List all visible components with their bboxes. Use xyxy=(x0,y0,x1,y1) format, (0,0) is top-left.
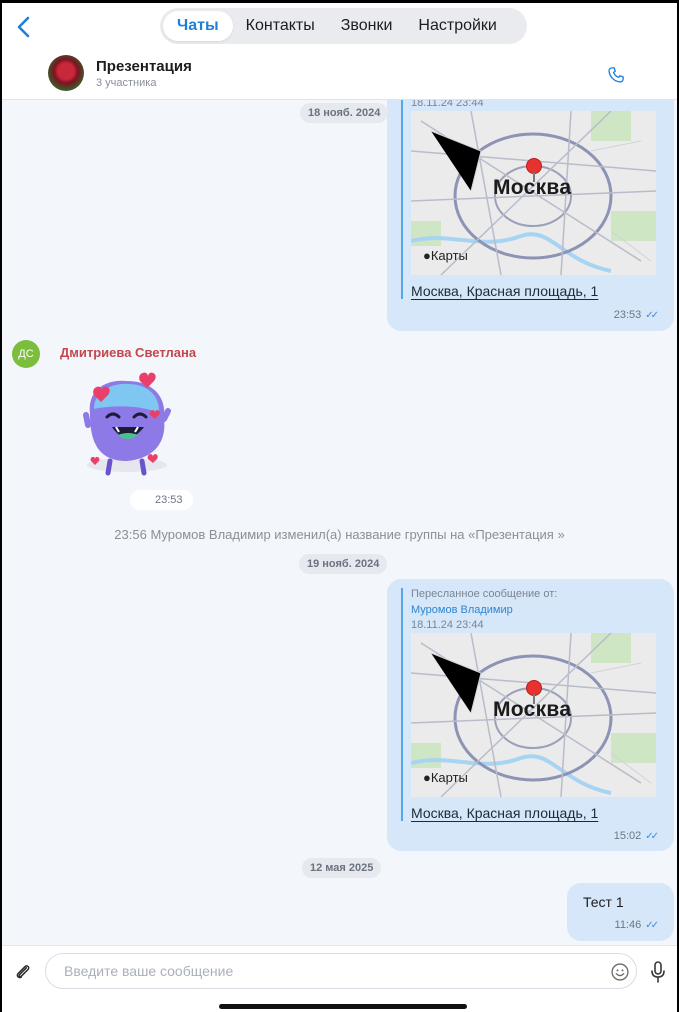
message-time: 15:02 xyxy=(613,830,642,842)
location-pin-icon xyxy=(527,159,541,182)
double-check-icon: ✓✓ xyxy=(645,830,659,842)
message-time: 11:46 xyxy=(614,919,642,931)
emoji-icon[interactable] xyxy=(610,962,630,982)
map-preview[interactable]: Москва ●Карты xyxy=(411,633,656,797)
map-city-label: Москва xyxy=(493,698,572,721)
maps-brand: ●Карты xyxy=(423,248,468,263)
forwarded-block: Пересланное сообщение от: Муромов Владим… xyxy=(401,588,656,821)
sticker-time: 23:53 xyxy=(130,490,193,510)
message-time: 23:53 xyxy=(613,309,642,321)
phone-icon[interactable] xyxy=(607,66,625,84)
date-separator: 19 нояб. 2024 xyxy=(299,554,388,574)
address-link[interactable]: Москва, Красная площадь, 1 xyxy=(411,805,656,821)
message-meta: 23:53 ✓✓ xyxy=(613,309,659,321)
message-composer xyxy=(2,945,677,1012)
monster-sticker[interactable] xyxy=(72,369,182,479)
sender-name[interactable]: Дмитриева Светлана xyxy=(60,345,196,360)
tab-chats[interactable]: Чаты xyxy=(163,11,233,41)
attach-paperclip-icon[interactable] xyxy=(13,962,33,982)
apple-logo-icon: ● xyxy=(423,770,431,785)
maps-brand-label: Карты xyxy=(430,770,468,785)
microphone-icon[interactable] xyxy=(650,961,666,983)
forward-date: 18.11.24 23:44 xyxy=(411,619,484,631)
message-meta: 11:46 ✓✓ xyxy=(614,919,659,931)
tab-calls[interactable]: Звонки xyxy=(328,11,406,41)
location-message-1[interactable]: 18.11.24 23:44 Москва ●Карты Москва, Кра… xyxy=(387,73,674,331)
location-pin-icon xyxy=(527,681,541,704)
tab-contacts[interactable]: Контакты xyxy=(233,11,328,41)
home-indicator xyxy=(219,1004,467,1009)
double-check-icon: ✓✓ xyxy=(645,309,659,321)
sender-avatar[interactable]: ДС xyxy=(12,340,40,368)
address-link[interactable]: Москва, Красная площадь, 1 xyxy=(411,283,656,299)
app-frame: Чаты Контакты Звонки Настройки Презентац… xyxy=(0,0,679,1012)
group-avatar[interactable] xyxy=(48,55,84,91)
system-message: 23:56 Муромов Владимир изменил(а) назван… xyxy=(114,527,565,542)
apple-logo-icon: ● xyxy=(423,248,431,263)
date-separator: 18 нояб. 2024 xyxy=(300,103,389,123)
map-preview[interactable]: Москва ●Карты xyxy=(411,111,656,275)
maps-brand-label: Карты xyxy=(430,248,468,263)
forward-label: Пересланное сообщение от: xyxy=(411,588,558,600)
message-meta: 15:02 ✓✓ xyxy=(613,830,659,842)
location-message-2[interactable]: Пересланное сообщение от: Муромов Владим… xyxy=(387,579,674,851)
back-chevron-icon[interactable] xyxy=(14,15,34,39)
map-city-label: Москва xyxy=(493,176,572,199)
chat-header[interactable]: Презентация 3 участника xyxy=(48,55,192,91)
forwarded-block: 18.11.24 23:44 Москва ●Карты Москва, Кра… xyxy=(401,97,656,299)
double-check-icon: ✓✓ xyxy=(645,919,659,931)
chat-title: Презентация xyxy=(96,57,192,75)
maps-brand: ●Карты xyxy=(423,770,468,785)
tab-settings[interactable]: Настройки xyxy=(405,11,509,41)
text-message[interactable]: Тест 1 11:46 ✓✓ xyxy=(567,883,674,941)
participants-count: 3 участника xyxy=(96,76,157,89)
date-separator: 12 мая 2025 xyxy=(302,858,382,878)
message-text: Тест 1 xyxy=(583,894,624,910)
forward-sender[interactable]: Муромов Владимир xyxy=(411,604,656,616)
message-input[interactable] xyxy=(46,954,586,988)
tab-segmented-control: Чаты Контакты Звонки Настройки xyxy=(160,8,527,44)
message-input-wrapper xyxy=(45,953,637,989)
top-bar: Чаты Контакты Звонки Настройки Презентац… xyxy=(2,3,677,100)
